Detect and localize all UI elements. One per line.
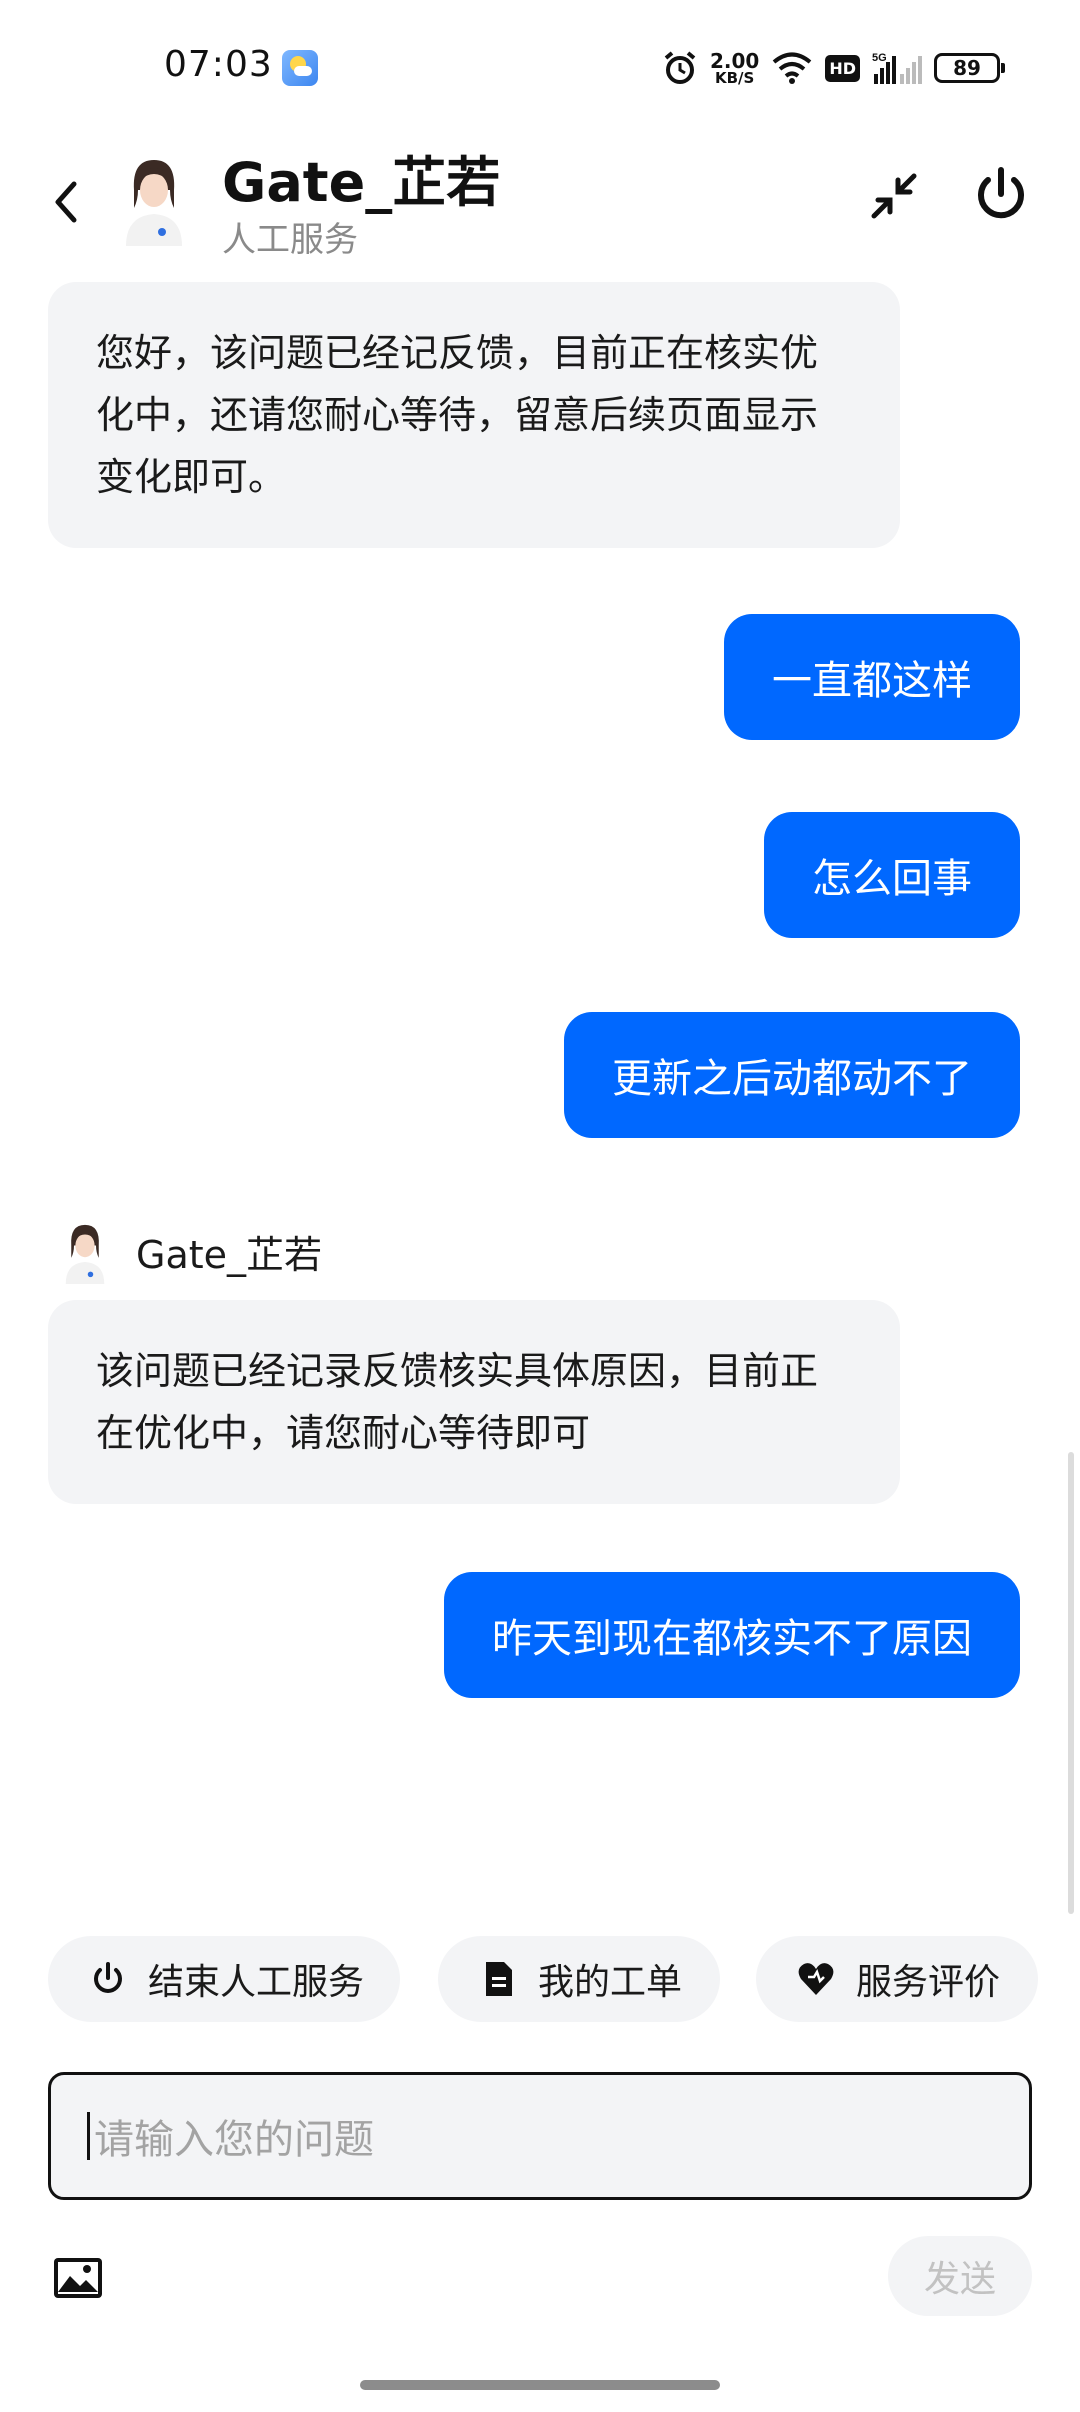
wifi-icon <box>773 52 812 84</box>
message-sender: Gate_芷若 <box>56 1218 322 1284</box>
signal-icon: 5G <box>872 52 922 84</box>
power-icon[interactable] <box>968 162 1034 228</box>
minimize-icon[interactable] <box>864 166 924 226</box>
speed-value: 2.00 <box>709 48 760 73</box>
my-tickets-label: 我的工单 <box>538 1962 683 2003</box>
hd-badge: HD <box>825 54 860 82</box>
power-icon <box>94 1962 122 1993</box>
status-time: 07:03 <box>164 44 273 85</box>
network-speed: 2.00 KB/S <box>710 51 759 86</box>
input-placeholder: 请输入您的问题 <box>94 2117 374 2163</box>
chat-title: Gate_芷若 <box>222 151 501 214</box>
back-arrow-icon[interactable] <box>44 172 88 232</box>
agent-avatar <box>126 160 182 246</box>
quick-actions: 结束人工服务 我的工单 服务评价 <box>0 1936 1080 2022</box>
speed-unit: KB/S <box>714 68 755 87</box>
document-icon <box>486 1962 512 1996</box>
message-user: 更新之后动都动不了 <box>564 1012 1020 1138</box>
send-button[interactable]: 发送 <box>888 2236 1032 2316</box>
message-user: 一直都这样 <box>724 614 1020 740</box>
weather-icon <box>282 50 318 86</box>
svg-text:5G: 5G <box>872 52 887 64</box>
message-user: 怎么回事 <box>764 812 1020 938</box>
message-user: 昨天到现在都核实不了原因 <box>444 1572 1020 1698</box>
message-agent: 您好，该问题已经记反馈，目前正在核实优化中，还请您耐心等待，留意后续页面显示变化… <box>48 282 900 548</box>
home-indicator[interactable] <box>360 2380 720 2390</box>
service-rating-button[interactable]: 服务评价 <box>756 1936 1038 2022</box>
sender-name: Gate_芷若 <box>136 1232 323 1277</box>
battery-level: 89 <box>953 56 981 80</box>
message-input[interactable]: 请输入您的问题 <box>48 2072 1032 2200</box>
status-bar: 07:03 2.00 KB/S HD 5G 89 <box>0 0 1080 140</box>
my-tickets-button[interactable]: 我的工单 <box>438 1936 720 2022</box>
service-rating-label: 服务评价 <box>856 1962 1001 2003</box>
status-icons: 2.00 KB/S HD 5G 89 <box>662 46 1005 90</box>
message-agent: 该问题已经记录反馈核实具体原因，目前正在优化中，请您耐心等待即可 <box>48 1300 900 1504</box>
heart-icon <box>798 1963 834 1995</box>
battery-indicator: 89 <box>934 53 1005 83</box>
chat-screen: 07:03 2.00 KB/S HD 5G 89 Gate_芷若 人工服务 您好… <box>0 0 1080 2412</box>
text-caret <box>87 2112 90 2160</box>
chat-subtitle: 人工服务 <box>222 220 358 260</box>
end-service-label: 结束人工服务 <box>148 1962 365 2003</box>
alarm-icon <box>664 51 696 84</box>
end-service-button[interactable]: 结束人工服务 <box>48 1936 400 2022</box>
image-upload-icon[interactable] <box>52 2256 104 2300</box>
chat-scrollbar[interactable] <box>1068 1452 1074 1914</box>
chat-header: Gate_芷若 人工服务 <box>0 130 1080 270</box>
agent-avatar-small <box>65 1224 105 1284</box>
